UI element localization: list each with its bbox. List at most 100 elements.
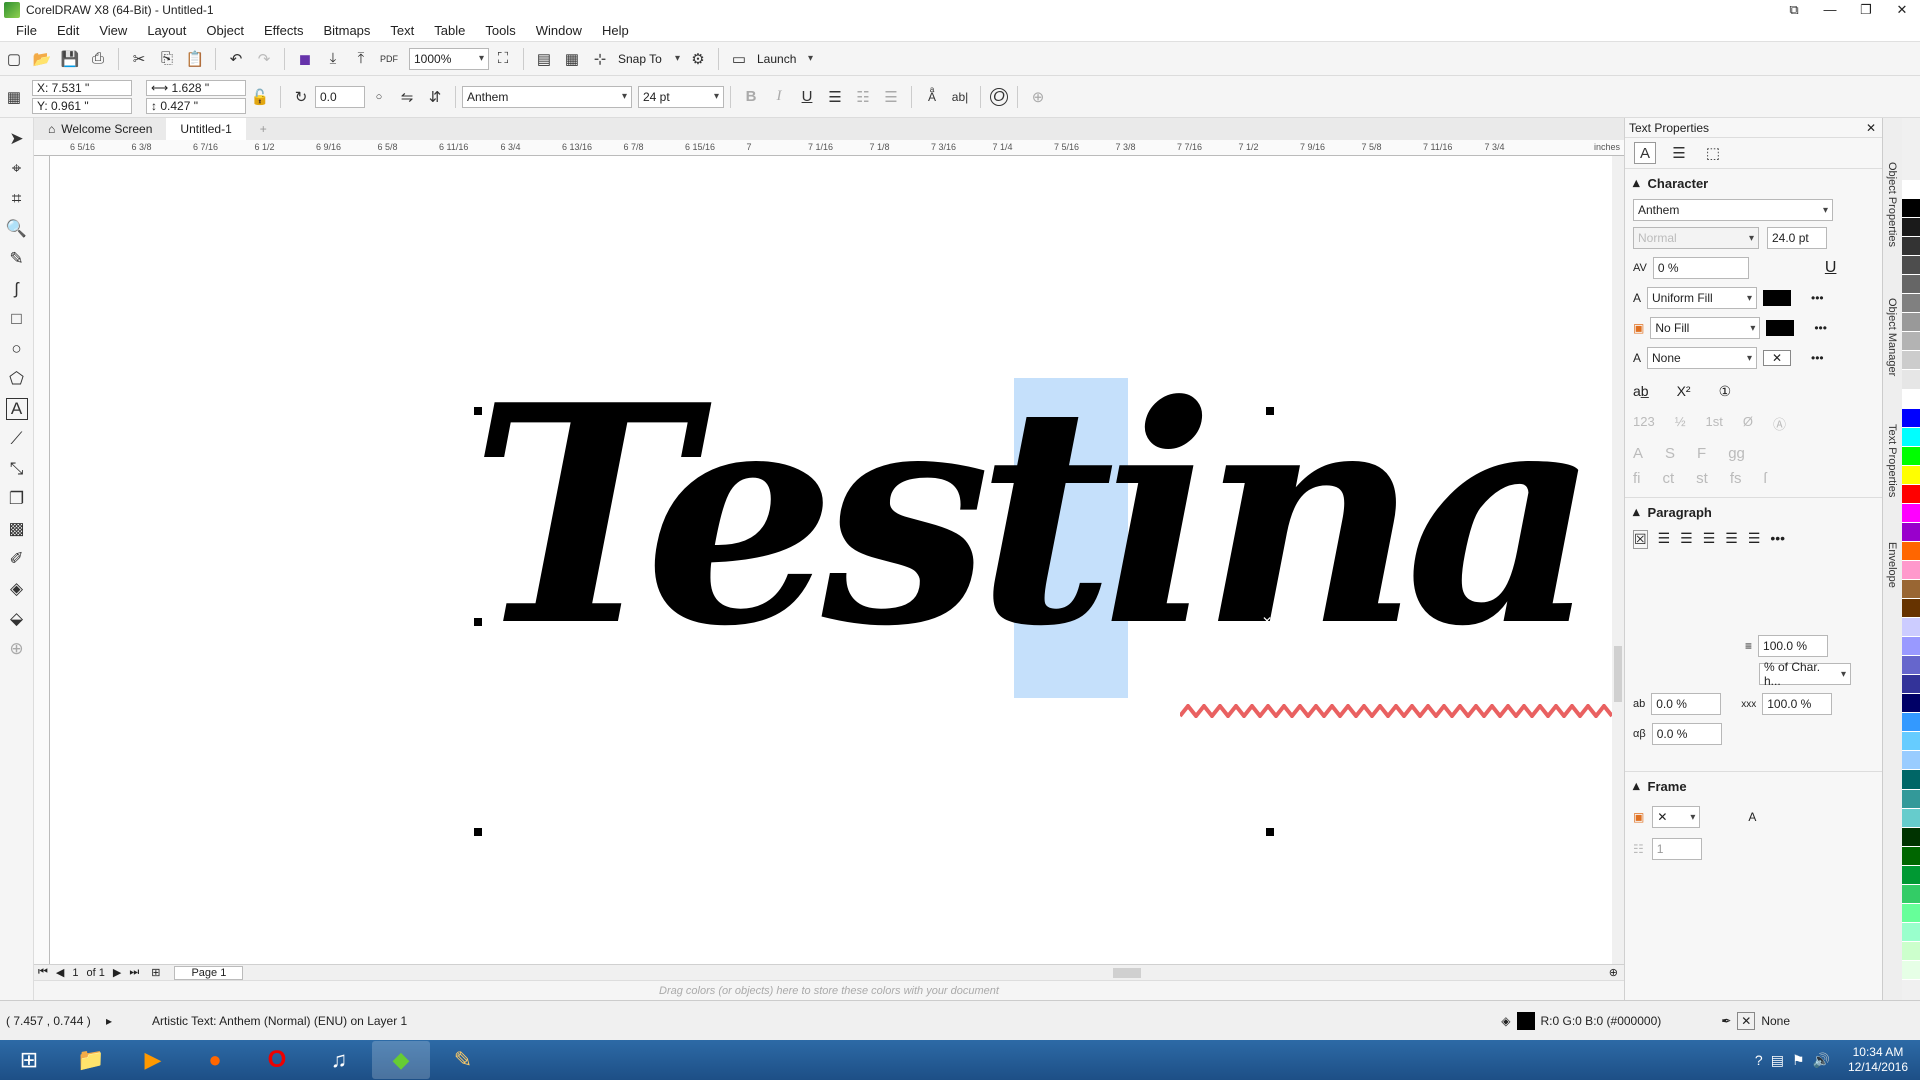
export-icon[interactable]: ⤒ [350,48,372,70]
frame-color-select[interactable]: ✕ [1652,806,1701,828]
palette-swatch[interactable] [1902,579,1920,600]
align-left-icon[interactable]: ☰ [1658,530,1671,549]
docker-font-select[interactable]: Anthem [1633,199,1833,221]
network-tray-icon[interactable]: ▤ [1771,1052,1784,1069]
character-tab-icon[interactable]: A [1634,142,1656,164]
font-list-select[interactable]: Anthem [462,85,632,108]
fill-color-swatch[interactable] [1516,1011,1535,1030]
firefox-icon[interactable]: ● [186,1041,244,1079]
text-outline-more-icon[interactable]: ••• [1811,351,1824,365]
smart-fill-icon[interactable]: ⬙ [6,608,28,630]
status-expand-icon[interactable]: ▸ [106,1014,112,1028]
palette-swatch[interactable] [1902,884,1920,904]
menu-tools[interactable]: Tools [475,23,525,38]
horizontal-scrollbar[interactable] [802,966,1603,979]
palette-swatch[interactable] [1902,408,1920,428]
bullet-list-icon[interactable]: ☷ [852,86,874,108]
parallel-dimension-icon[interactable]: ⟋ [6,428,28,450]
y-position-field[interactable]: Y: 0.961 " [32,97,132,114]
color-eyedropper-icon[interactable]: ✐ [6,548,28,570]
itunes-icon[interactable]: ♫ [310,1041,368,1079]
artistic-text[interactable]: Testina auesi [470,352,1612,682]
spacing-unit-select[interactable]: % of Char. h... [1759,660,1851,688]
character-spacing-field[interactable]: 0.0 % [1651,693,1722,715]
selection-handle-bl[interactable] [474,828,482,836]
font-style-select[interactable]: Normal [1633,227,1759,249]
palette-swatch[interactable] [1902,370,1920,390]
palette-swatch[interactable] [1902,732,1920,752]
background-fill-color-swatch[interactable] [1766,320,1795,336]
palette-swatch[interactable] [1902,256,1920,276]
zoom-tool-icon[interactable]: 🔍 [6,218,28,240]
media-player-icon[interactable]: ▶ [124,1041,182,1079]
superscript-icon[interactable]: X² [1677,383,1691,400]
show-guidelines-icon[interactable]: ⊹ [589,48,611,70]
palette-swatch[interactable] [1902,332,1920,352]
pick-tool-icon[interactable]: ➤ [6,128,28,150]
text-fill-select[interactable]: Uniform Fill [1647,287,1758,309]
palette-swatch[interactable] [1902,789,1920,809]
crop-tool-icon[interactable]: ⌗ [6,188,28,210]
show-grid-icon[interactable]: ▦ [561,48,583,70]
help-tray-icon[interactable]: ? [1755,1052,1763,1069]
palette-swatch[interactable] [1902,922,1920,942]
palette-swatch[interactable] [1902,846,1920,866]
text-alignment-icon[interactable]: ☰ [824,86,846,108]
new-document-icon[interactable]: ▢ [3,48,25,70]
underline-docker-icon[interactable]: U [1825,259,1837,277]
launch-dropdown[interactable]: Launch [753,48,817,70]
menu-text[interactable]: Text [380,23,424,38]
paragraph-section-header[interactable]: ▴ Paragraph [1633,504,1874,520]
horizontal-ruler[interactable]: 6 5/16 6 3/8 6 7/16 6 1/2 6 9/16 6 5/8 6 11/16… [34,140,1624,156]
transparency-tool-icon[interactable]: ▩ [6,518,28,540]
palette-swatch[interactable] [1902,713,1920,733]
palette-swatch[interactable] [1902,599,1920,619]
show-rulers-icon[interactable]: ▤ [533,48,555,70]
vertical-ruler[interactable] [34,156,50,976]
snap-to-dropdown[interactable]: Snap To [614,48,684,70]
palette-swatch[interactable] [1902,865,1920,885]
palette-swatch[interactable] [1902,503,1920,523]
print-icon[interactable]: ⎙ [87,48,109,70]
publish-pdf-icon[interactable]: PDF [378,48,400,70]
palette-swatch[interactable] [1902,637,1920,657]
restore-button[interactable]: ❐ [1848,2,1884,18]
launch-icon[interactable]: ▭ [728,48,750,70]
full-screen-icon[interactable]: ⛶ [492,48,514,70]
word-spacing-field[interactable]: 100.0 % [1762,693,1833,715]
connector-tool-icon[interactable]: ⤡ [6,458,28,480]
add-page-icon[interactable]: ⊞ [151,966,160,979]
palette-swatch[interactable] [1902,808,1920,828]
menu-help[interactable]: Help [592,23,639,38]
text-outline-select[interactable]: None [1647,347,1758,369]
palette-swatch[interactable] [1902,237,1920,257]
menu-layout[interactable]: Layout [137,23,196,38]
menu-object[interactable]: Object [196,23,254,38]
import-icon[interactable]: ⤓ [322,48,344,70]
columns-field[interactable]: 1 [1651,838,1702,860]
opera-icon[interactable]: O [248,1041,306,1079]
undo-icon[interactable]: ↶ [225,48,247,70]
flag-tray-icon[interactable]: ⚑ [1792,1052,1805,1069]
coreldraw-taskbar-icon[interactable]: ◆ [372,1041,430,1079]
palette-swatch[interactable] [1902,389,1920,409]
underline-style-icon[interactable]: ab̲ [1633,383,1649,400]
freehand-tool-icon[interactable]: ✎ [6,248,28,270]
drop-shadow-icon[interactable]: ❐ [6,488,28,510]
palette-swatch[interactable] [1902,560,1920,580]
line-spacing-field[interactable]: 100.0 % [1758,635,1829,657]
menu-window[interactable]: Window [526,23,592,38]
underline-icon[interactable]: U [796,86,818,108]
language-spacing-field[interactable]: 0.0 % [1651,723,1722,745]
selection-handle-tr[interactable] [1266,407,1274,415]
shape-tool-icon[interactable]: ⌖ [6,158,28,180]
color-palette[interactable] [1902,180,1920,980]
palette-swatch[interactable] [1902,180,1920,200]
paragraph-more-icon[interactable]: ••• [1770,530,1785,549]
palette-swatch[interactable] [1902,618,1920,638]
mirror-horizontal-icon[interactable]: ⇋ [396,86,418,108]
italic-icon[interactable]: I [768,86,790,108]
system-clock[interactable]: 10:34 AM 12/14/2016 [1836,1045,1920,1075]
rotate-icon[interactable]: ↻ [290,86,312,108]
vertical-scrollbar[interactable] [1612,156,1624,964]
